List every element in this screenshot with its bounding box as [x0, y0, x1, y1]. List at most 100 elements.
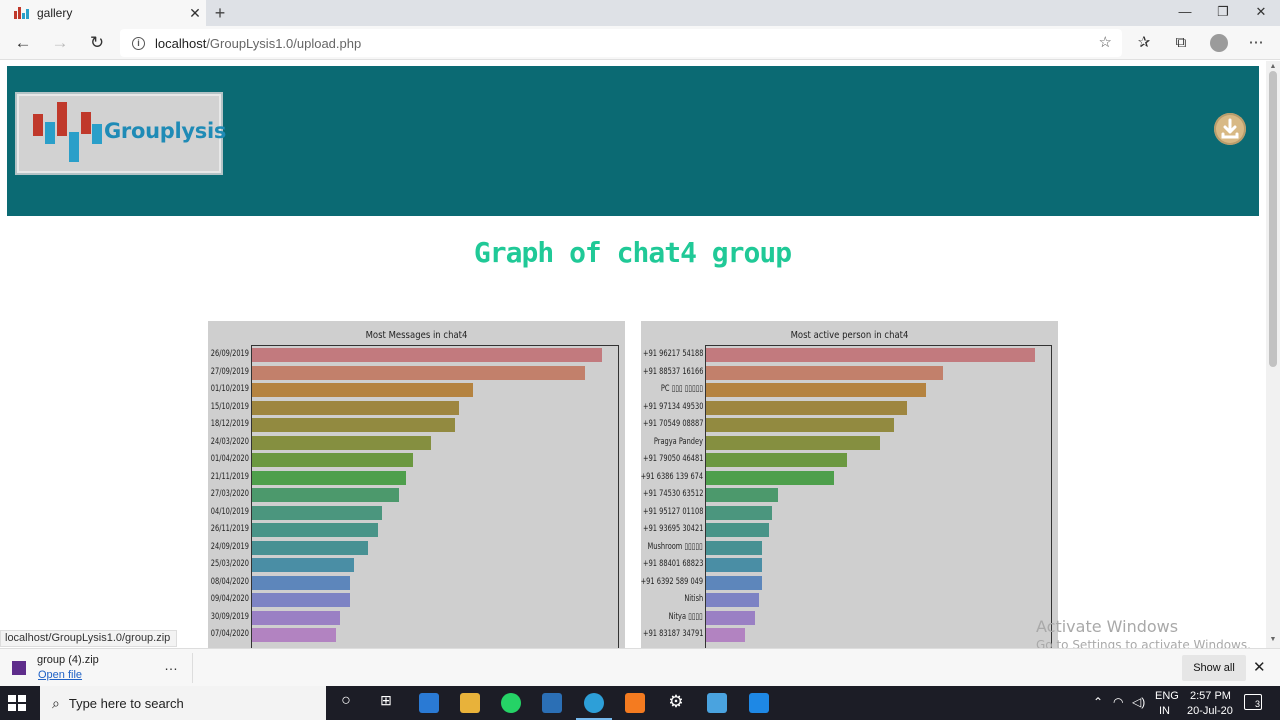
tray-chevron-icon[interactable]: ⌃: [1093, 695, 1103, 709]
logo-bar-6: [92, 124, 102, 144]
clock-date[interactable]: 20-Jul-20: [1187, 705, 1233, 717]
url-path: /GroupLysis1.0/upload.php: [206, 35, 362, 51]
category-label: +91 6386 139 674: [640, 471, 703, 482]
taskbar-search[interactable]: ⌕ Type here to search: [40, 686, 326, 720]
category-label: Nitya ▯▯▯▯: [668, 611, 703, 622]
page-scrollbar[interactable]: ▲ ▼: [1266, 61, 1280, 648]
restore-icon[interactable]: ❐: [1204, 0, 1242, 26]
activate-windows-watermark: Activate Windows Go to Settings to activ…: [1036, 617, 1251, 648]
bar: [252, 453, 413, 467]
download-bar: group (4).zip Open file … Show all ✕: [0, 648, 1280, 686]
network-app-icon[interactable]: [707, 693, 727, 713]
page-viewport: Grouplysis Graph of chat4 group Most Mes…: [0, 61, 1280, 648]
category-label: +91 70549 08887: [642, 419, 703, 429]
bar: [252, 400, 459, 415]
category-label: 04/10/2019: [210, 506, 249, 517]
bar: [252, 383, 473, 397]
download-file-name: group (4).zip: [37, 654, 99, 666]
settings-gear-icon[interactable]: ⚙: [665, 692, 687, 712]
category-label: 08/04/2020: [210, 576, 249, 587]
category-label: 01/10/2019: [210, 384, 249, 394]
site-logo[interactable]: Grouplysis: [15, 92, 226, 175]
xampp-icon[interactable]: [625, 693, 645, 713]
category-label: 25/03/2020: [210, 559, 249, 569]
cortana-icon[interactable]: ○: [335, 692, 357, 710]
back-button[interactable]: ←: [9, 29, 37, 57]
favorite-star-icon[interactable]: ☆: [1099, 33, 1112, 51]
file-explorer-icon[interactable]: [460, 693, 480, 713]
logo-bar-4: [69, 132, 79, 162]
zip-file-icon: [12, 661, 26, 675]
category-label: 27/03/2020: [210, 489, 249, 499]
category-label: +91 96217 54188: [642, 349, 703, 359]
clock-time[interactable]: 2:57 PM: [1190, 690, 1231, 702]
info-icon[interactable]: i: [132, 36, 145, 50]
category-label: 09/04/2020: [210, 594, 249, 604]
category-label: 24/03/2020: [210, 436, 249, 447]
show-all-button[interactable]: Show all: [1182, 655, 1246, 681]
bar: [706, 593, 759, 607]
bar: [706, 575, 762, 590]
browser-toolbar: ← → ↻ i localhost/GroupLysis1.0/upload.p…: [0, 26, 1280, 60]
category-label: 21/11/2019: [210, 471, 249, 482]
category-label: Nitish: [684, 594, 703, 604]
watermark-line2: Go to Settings to activate Windows.: [1036, 638, 1251, 648]
download-icon: [1221, 118, 1239, 139]
whatsapp-icon[interactable]: [501, 693, 521, 713]
lang-in[interactable]: IN: [1159, 705, 1170, 717]
category-label: +91 97134 49530: [642, 401, 703, 412]
bar: [252, 558, 354, 572]
download-more-button[interactable]: …: [164, 657, 178, 673]
minimize-icon[interactable]: —: [1166, 0, 1204, 26]
settings-more-icon[interactable]: ⋯: [1242, 29, 1270, 57]
browser-tabstrip: gallery ✕ + — ❐ ✕: [0, 0, 1280, 26]
scroll-thumb[interactable]: [1269, 71, 1277, 367]
bar: [252, 418, 455, 432]
category-label: 07/04/2020: [210, 629, 249, 639]
windows-start-icon[interactable]: [8, 695, 26, 711]
task-view-icon[interactable]: ⊞: [375, 692, 397, 709]
windows-taskbar: ⌕ Type here to search ○ ⊞ ⚙ ⌃ ◠ ◁) ENG I…: [0, 686, 1280, 720]
bar: [706, 383, 927, 397]
page-title: Graph of chat4 group: [473, 236, 792, 269]
status-url: localhost/GroupLysis1.0/group.zip: [0, 630, 178, 647]
open-file-link[interactable]: Open file: [38, 669, 82, 681]
download-button[interactable]: [1214, 113, 1246, 145]
category-label: PC ▯▯▯ ▯▯▯▯▯: [660, 384, 703, 394]
bar: [252, 610, 340, 625]
close-download-bar-icon[interactable]: ✕: [1253, 658, 1266, 676]
bar: [706, 470, 835, 485]
wifi-icon[interactable]: ◠: [1113, 695, 1123, 709]
category-label: +91 95127 01108: [642, 506, 703, 517]
refresh-button[interactable]: ↻: [83, 29, 111, 57]
tab-gallery[interactable]: gallery ✕: [0, 0, 206, 26]
scroll-up-icon[interactable]: ▲: [1266, 63, 1280, 70]
forward-button[interactable]: →: [46, 29, 74, 57]
category-label: 30/09/2019: [210, 611, 249, 622]
vscode-icon[interactable]: [749, 693, 769, 713]
mail-icon[interactable]: [419, 693, 439, 713]
favorites-icon[interactable]: ✰: [1130, 29, 1158, 57]
search-placeholder: Type here to search: [68, 695, 184, 711]
profile-avatar[interactable]: [1210, 34, 1228, 52]
bar: [706, 435, 881, 450]
logo-bar-2: [45, 122, 55, 144]
volume-icon[interactable]: ◁): [1132, 695, 1145, 709]
lang-eng[interactable]: ENG: [1155, 690, 1179, 702]
edge-icon[interactable]: [584, 693, 604, 713]
category-label: +91 88537 16166: [642, 366, 703, 377]
scroll-down-icon[interactable]: ▼: [1266, 636, 1280, 643]
url-host: localhost: [155, 35, 207, 51]
bar: [252, 435, 431, 450]
app-icon[interactable]: [542, 693, 562, 713]
close-window-icon[interactable]: ✕: [1242, 0, 1280, 26]
notification-icon[interactable]: 3: [1244, 694, 1262, 710]
new-tab-button[interactable]: +: [210, 2, 230, 24]
address-bar[interactable]: i localhost/GroupLysis1.0/upload.php ☆: [120, 29, 1122, 57]
logo-bar-3: [57, 102, 67, 136]
chart-most-messages: Most Messages in chat4 26/09/2019 27/09/2…: [208, 321, 625, 648]
bar: [706, 628, 746, 642]
collections-icon[interactable]: ⧉: [1167, 29, 1195, 57]
tab-close-icon[interactable]: ✕: [184, 5, 206, 22]
category-label: 18/12/2019: [210, 419, 249, 429]
